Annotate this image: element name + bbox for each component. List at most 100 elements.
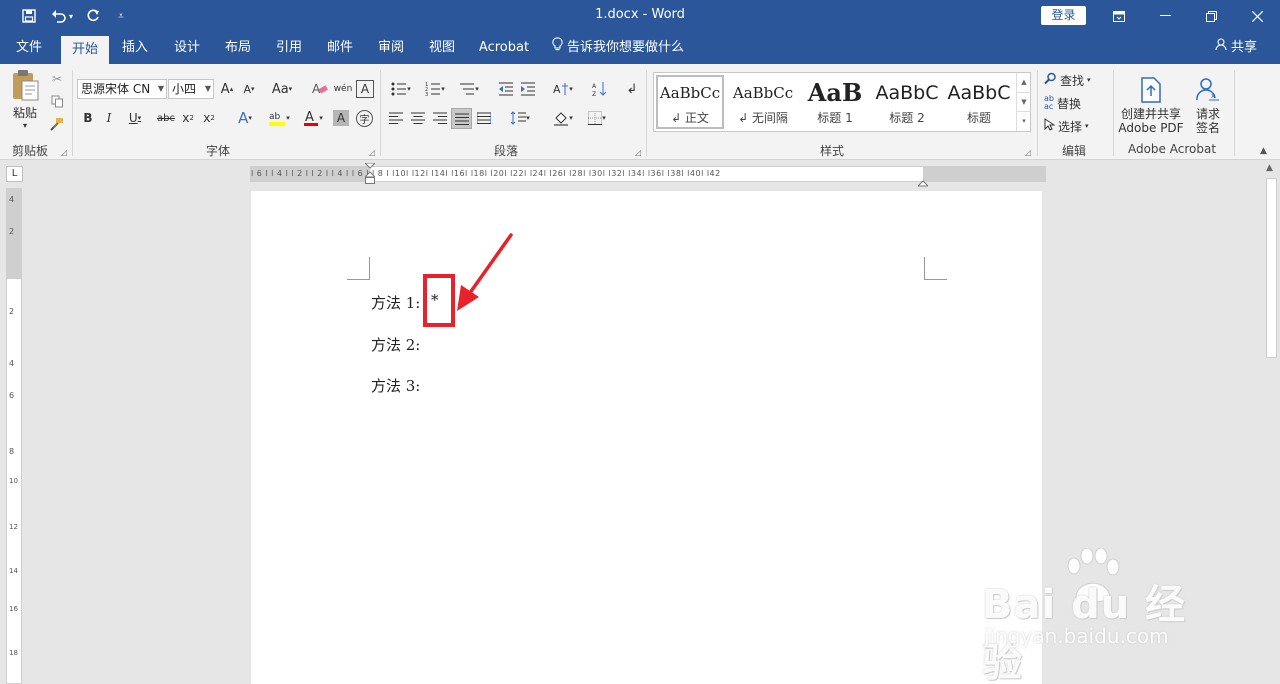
document-page[interactable]: 方法 1: 方法 2: 方法 3: * [251,191,1042,684]
numbering-icon[interactable]: 1 2 3 ▾ [420,79,450,99]
person-icon [1215,32,1228,64]
bold-icon[interactable]: B [80,108,96,128]
text-line-method-2[interactable]: 方法 2: [371,334,420,355]
style-normal[interactable]: AaBbCc ↲ 正文 [656,75,724,129]
bullets-icon[interactable]: ▾ [386,79,416,99]
tell-me-box[interactable]: 告诉我你想要做什么 [552,32,684,64]
text-effects-icon[interactable]: A ▾ [231,108,259,128]
style-heading-1[interactable]: AaB 标题 1 [800,77,870,131]
vertical-scrollbar[interactable]: ▲ [1262,160,1280,684]
redo-icon[interactable] [82,6,104,26]
tab-insert[interactable]: 插入 [114,32,156,64]
share-button[interactable]: 共享 [1208,32,1264,64]
tab-view[interactable]: 视图 [421,32,463,64]
underline-icon[interactable]: U ▾ [122,108,148,128]
tab-references[interactable]: 引用 [268,32,310,64]
login-button[interactable]: 登录 [1041,6,1086,25]
enclose-char-icon[interactable]: 字 [356,110,373,127]
show-marks-icon[interactable]: ↲ [622,79,642,99]
clipboard-launcher-icon[interactable]: ◿ [61,148,67,157]
sort-icon[interactable]: AZ [590,79,610,99]
line-spacing-icon[interactable]: ▾ [505,108,535,128]
font-name-combo[interactable]: 思源宋体 CN ▼ [77,79,167,99]
char-shading-icon[interactable]: A [333,110,349,126]
request-signature-button[interactable]: x 请求 签名 [1190,72,1226,138]
restore-icon[interactable] [1188,0,1234,32]
editing-group-label: 编辑 [1061,144,1086,158]
chevron-down-icon[interactable]: ▼ [1017,92,1031,111]
text-line-method-1[interactable]: 方法 1: [371,292,420,313]
subscript-icon[interactable]: x2 [180,108,196,128]
tab-layout[interactable]: 布局 [217,32,259,64]
chinese-layout-icon[interactable]: A ▾ [548,79,578,99]
more-styles-icon[interactable]: ▾ [1017,111,1031,130]
minimize-icon[interactable] [1142,0,1188,32]
font-size-combo[interactable]: 小四 ▼ [168,79,214,99]
save-icon[interactable] [18,6,40,26]
select-button[interactable]: 选择 ▾ [1044,116,1089,136]
align-right-icon[interactable] [430,108,450,128]
customize-icon[interactable]: ⩡ [110,6,132,26]
indent-marker[interactable] [363,162,377,185]
borders-icon[interactable]: ▾ [582,108,612,128]
scroll-thumb[interactable] [1266,178,1277,358]
replace-button[interactable]: ab ac 替换 [1044,93,1081,113]
tab-mailings[interactable]: 邮件 [319,32,361,64]
close-icon[interactable] [1234,0,1280,32]
find-button[interactable]: 查找 ▾ [1044,70,1091,90]
scroll-up-icon[interactable]: ▲ [1266,163,1273,173]
styles-scroll[interactable]: ▲ ▼ ▾ [1016,73,1031,131]
paste-button[interactable]: 粘贴 ▾ [8,69,42,130]
cut-icon[interactable]: ✂ [48,70,66,88]
paste-dropdown-icon[interactable]: ▾ [23,121,27,130]
horizontal-ruler[interactable]: l 6 l l 4 l l 2 l l 2 l l 4 l l 6 l l 8 … [250,162,1046,187]
tab-home[interactable]: 开始 [61,36,109,64]
tab-selector[interactable]: L [6,166,23,182]
collapse-ribbon-icon[interactable]: ▲ [1260,146,1267,156]
ribbon-display-icon[interactable] [1096,0,1142,32]
strikethrough-icon[interactable]: abc [155,108,177,128]
font-color-icon[interactable]: A ▾ [298,108,328,128]
style-title[interactable]: AaBbC 标题 [944,77,1014,131]
tab-design[interactable]: 设计 [166,32,208,64]
grow-font-icon[interactable]: A ▴ [218,79,236,99]
clear-format-icon[interactable]: A [310,79,330,99]
align-left-icon[interactable] [386,108,406,128]
chevron-down-icon: ▼ [157,84,164,93]
style-heading-2[interactable]: AaBbC 标题 2 [872,77,942,131]
clipboard-icon [10,69,40,104]
char-border-icon[interactable]: A [356,80,374,98]
undo-dropdown-icon[interactable]: ▾ [66,6,76,26]
shading-icon[interactable]: ▾ [548,108,578,128]
right-indent-marker[interactable] [916,172,930,187]
align-center-icon[interactable] [408,108,428,128]
chevron-up-icon[interactable]: ▲ [1017,73,1031,92]
justify-icon[interactable] [451,108,472,129]
distributed-icon[interactable] [474,108,494,128]
signature-icon: x [1195,76,1221,107]
superscript-icon[interactable]: x2 [201,108,217,128]
copy-icon[interactable] [48,92,66,110]
highlight-icon[interactable]: ab ▾ [263,108,295,128]
font-launcher-icon[interactable]: ◿ [369,148,375,157]
style-preview: AaBbCc [659,84,721,102]
group-separator [646,70,647,156]
decrease-indent-icon[interactable] [496,79,516,99]
italic-icon[interactable]: I [101,108,117,128]
phonetic-guide-icon[interactable]: wén [333,79,353,99]
tab-review[interactable]: 审阅 [370,32,412,64]
tab-file[interactable]: 文件 [8,32,50,64]
style-no-spacing[interactable]: AaBbCc ↲ 无间隔 [728,77,798,131]
tab-acrobat[interactable]: Acrobat [474,32,534,64]
shrink-font-icon[interactable]: A ▾ [240,79,258,99]
text-line-method-3[interactable]: 方法 3: [371,375,420,396]
create-pdf-button[interactable]: 创建并共享 Adobe PDF [1117,72,1185,138]
format-painter-icon[interactable] [48,115,66,133]
styles-launcher-icon[interactable]: ◿ [1025,148,1031,157]
vertical-ruler[interactable]: 4 2 2 4 6 8 10 12 14 16 18 [6,188,22,684]
paragraph-launcher-icon[interactable]: ◿ [635,148,641,157]
ribbon-tabs: 文件 开始 插入 设计 布局 引用 邮件 审阅 视图 Acrobat 告诉我你想… [0,32,1280,64]
multilevel-list-icon[interactable]: ▾ [454,79,484,99]
increase-indent-icon[interactable] [518,79,538,99]
change-case-button[interactable]: Aa ▾ [268,79,296,99]
